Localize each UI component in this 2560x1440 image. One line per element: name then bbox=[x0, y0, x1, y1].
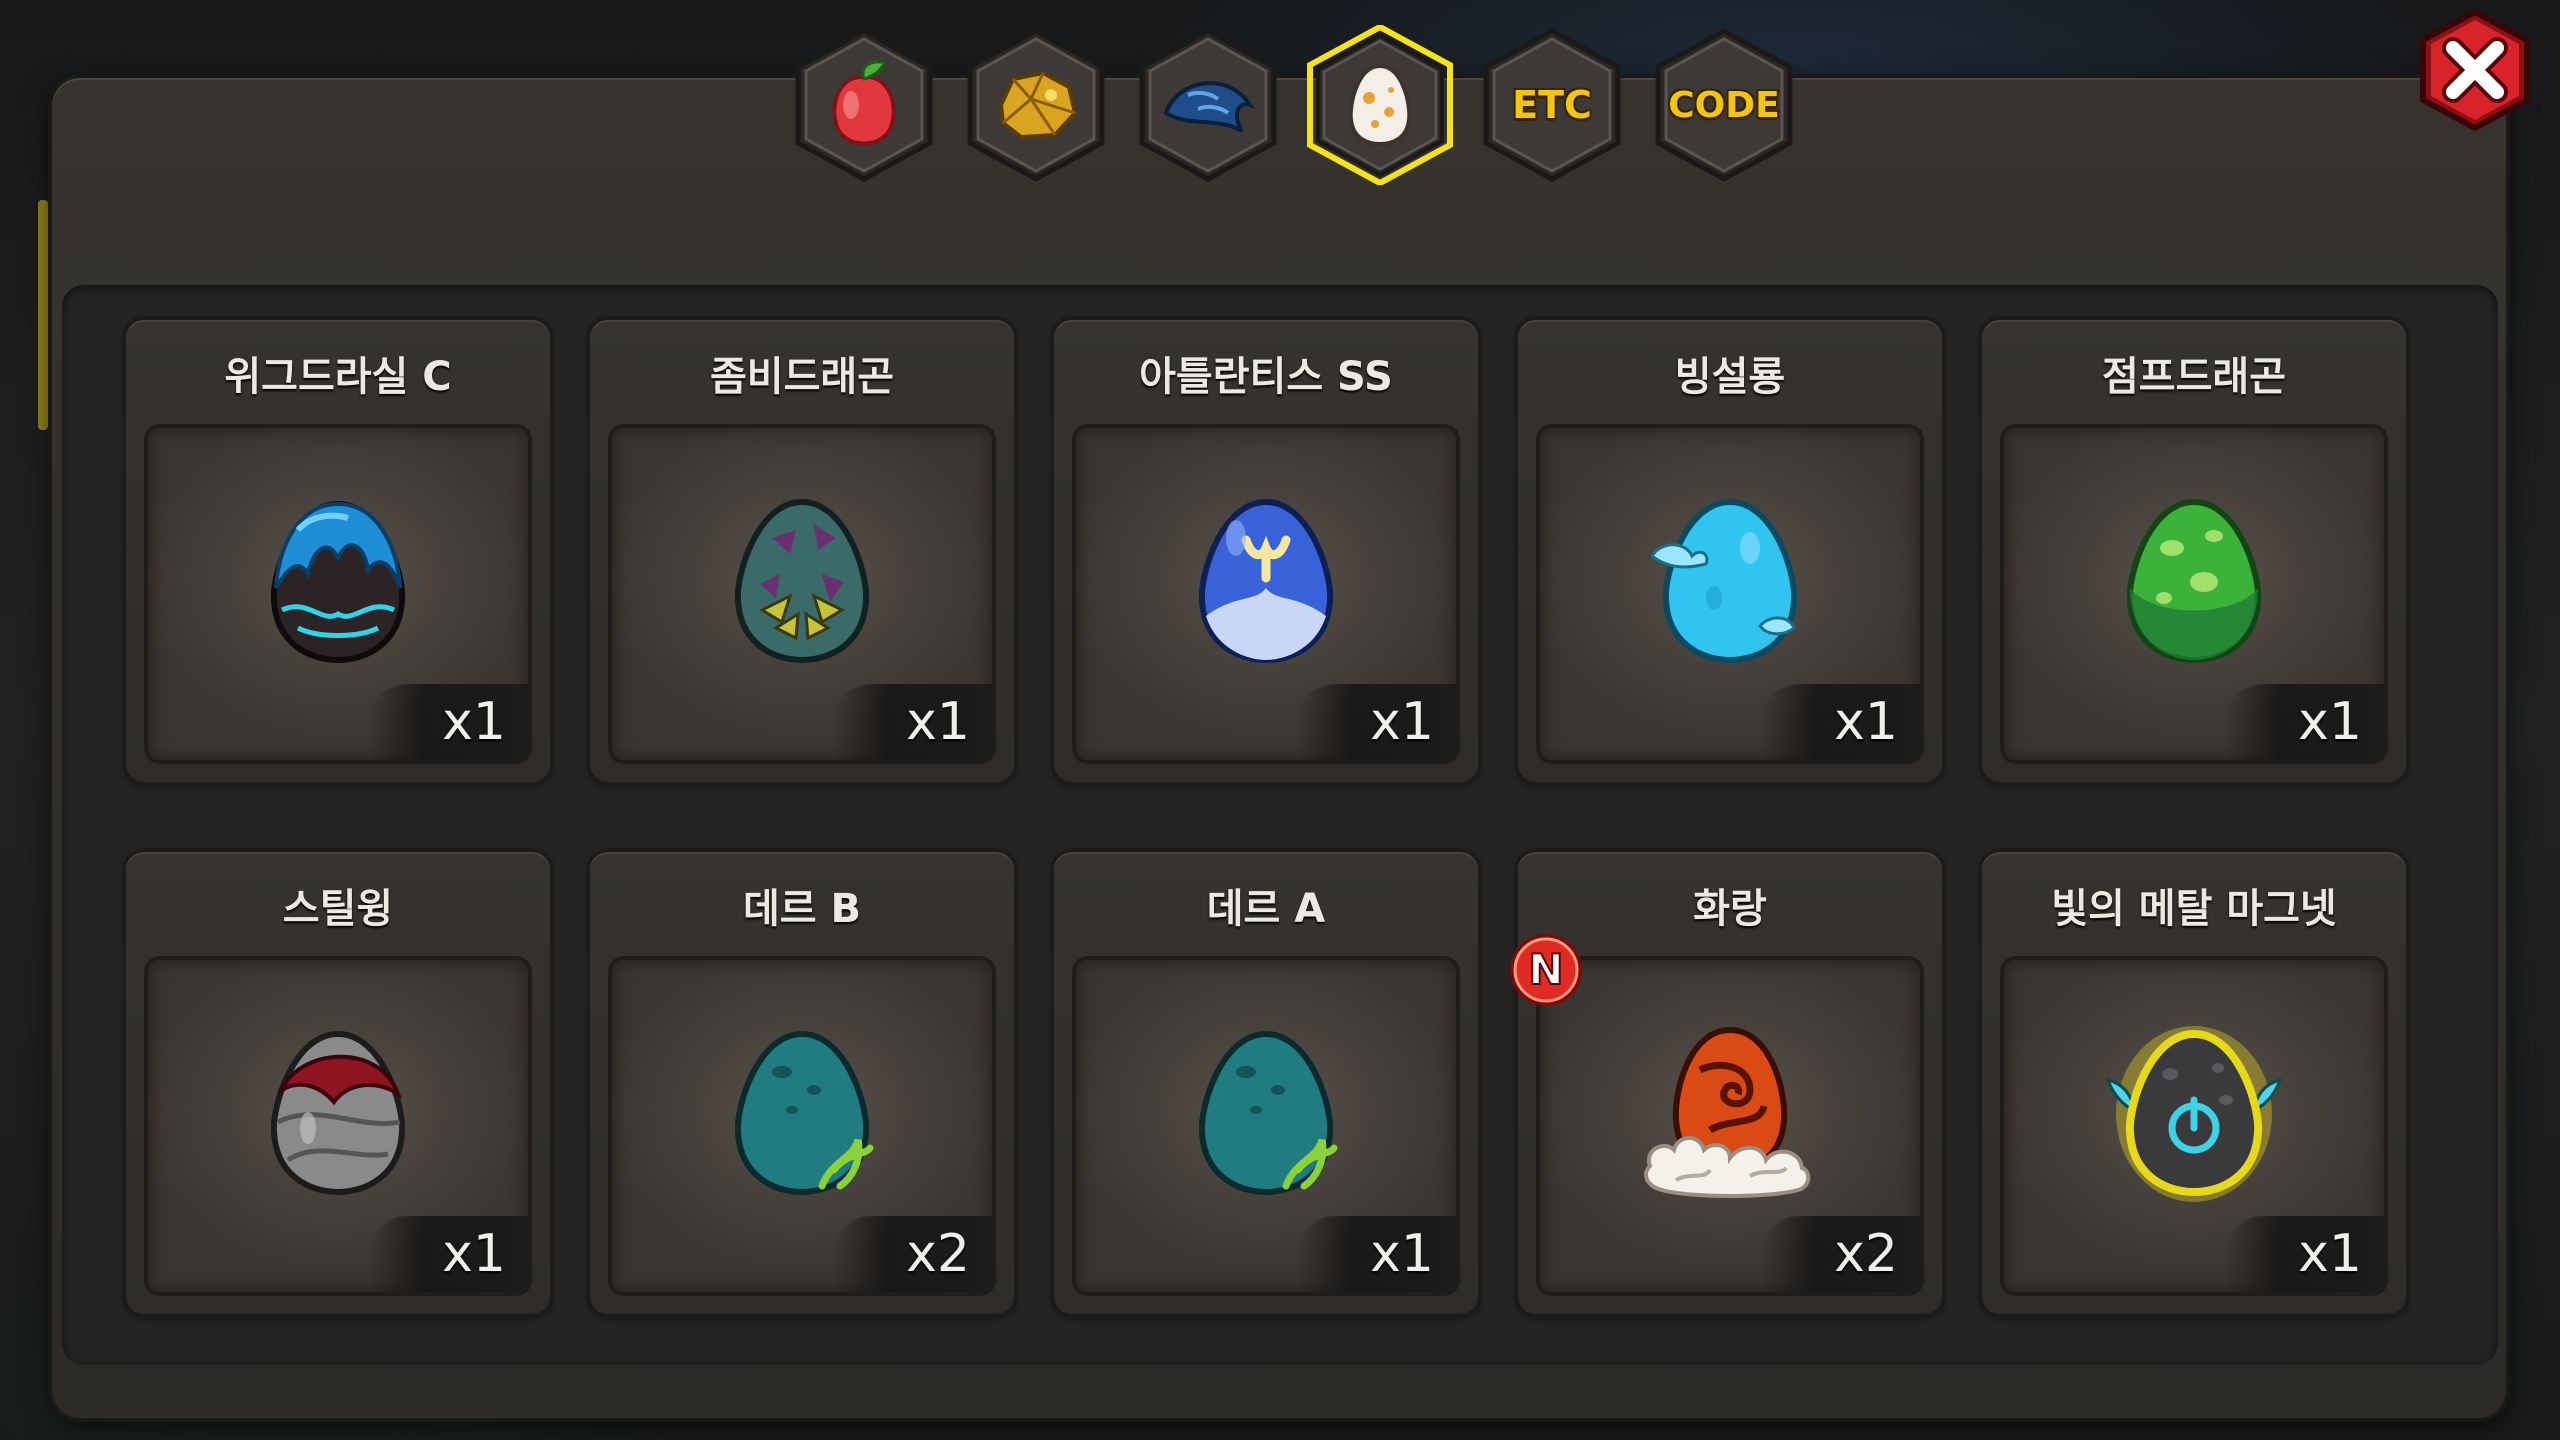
der-b-egg-icon bbox=[734, 1030, 874, 1196]
item-slot: x1 bbox=[1540, 428, 1920, 760]
item-slot: x1 bbox=[148, 960, 528, 1292]
tab-etc-label: ETC bbox=[1512, 83, 1592, 127]
item-card[interactable]: 점프드래곤 x1 bbox=[1982, 320, 2406, 782]
item-name: 데르 A bbox=[1206, 886, 1326, 932]
item-slot: x2 bbox=[1540, 960, 1920, 1292]
yggdrasil-c-egg-icon bbox=[270, 500, 406, 664]
item-quantity: x1 bbox=[2224, 1216, 2384, 1292]
tab-etc[interactable]: ETC bbox=[1478, 25, 1626, 185]
tab-fruit[interactable] bbox=[790, 25, 938, 185]
item-name: 좀비드래곤 bbox=[710, 354, 894, 400]
tab-egg[interactable] bbox=[1306, 25, 1454, 185]
item-name: 화랑 bbox=[1693, 886, 1767, 932]
jump-dragon-egg-icon bbox=[2126, 498, 2262, 664]
item-grid: 위그드라실 C x1 좀비드래곤 x1 아틀란티스 SS x1 빙설룡 x1 점… bbox=[118, 312, 2408, 1314]
item-quantity: x2 bbox=[1760, 1216, 1920, 1292]
dragon-scale-icon bbox=[1134, 25, 1282, 185]
ice-dragon-egg-icon bbox=[1650, 498, 1798, 664]
egg-icon bbox=[1306, 25, 1454, 185]
item-slot: x1 bbox=[148, 428, 528, 760]
category-tabs: ETC CODE bbox=[790, 25, 1820, 185]
gold-ore-icon bbox=[962, 25, 1110, 185]
hwarang-egg-icon bbox=[1644, 1026, 1811, 1198]
item-card[interactable]: 아틀란티스 SS x1 bbox=[1054, 320, 1478, 782]
item-card[interactable]: 빛의 메탈 마그넷 x1 bbox=[1982, 852, 2406, 1314]
item-card[interactable]: 스틸윙 x1 bbox=[126, 852, 550, 1314]
item-quantity: x1 bbox=[832, 684, 992, 760]
item-slot: x2 bbox=[612, 960, 992, 1292]
fruit-icon bbox=[790, 25, 938, 185]
item-card[interactable]: 데르 A x1 bbox=[1054, 852, 1478, 1314]
new-badge: N bbox=[1506, 930, 1586, 1010]
der-a-egg-icon bbox=[1198, 1030, 1338, 1196]
item-quantity: x1 bbox=[1296, 684, 1456, 760]
zombie-dragon-egg-icon bbox=[734, 498, 870, 664]
item-slot: x1 bbox=[1076, 960, 1456, 1292]
item-name: 스틸윙 bbox=[282, 886, 394, 932]
item-quantity: x1 bbox=[1296, 1216, 1456, 1292]
background-accent bbox=[38, 200, 48, 430]
item-name: 빛의 메탈 마그넷 bbox=[2051, 886, 2337, 932]
item-quantity: x1 bbox=[2224, 684, 2384, 760]
item-slot: x1 bbox=[612, 428, 992, 760]
tab-code[interactable]: CODE bbox=[1650, 25, 1798, 185]
close-icon bbox=[2420, 8, 2530, 132]
item-quantity: x1 bbox=[368, 684, 528, 760]
item-name: 점프드래곤 bbox=[2102, 354, 2286, 400]
item-quantity: x2 bbox=[832, 1216, 992, 1292]
item-name: 빙설룡 bbox=[1674, 354, 1786, 400]
steelwing-egg-icon bbox=[270, 1030, 406, 1196]
item-name: 위그드라실 C bbox=[224, 354, 452, 400]
atlantis-ss-egg-icon bbox=[1198, 498, 1334, 664]
item-card[interactable]: 데르 B x2 bbox=[590, 852, 1014, 1314]
item-quantity: x1 bbox=[368, 1216, 528, 1292]
item-name: 아틀란티스 SS bbox=[1139, 354, 1393, 400]
tab-code-label: CODE bbox=[1668, 84, 1780, 126]
item-slot: x1 bbox=[2004, 428, 2384, 760]
tab-scale[interactable] bbox=[1134, 25, 1282, 185]
light-metal-magnet-icon bbox=[2105, 1026, 2283, 1202]
item-name: 데르 B bbox=[742, 886, 861, 932]
tab-ore[interactable] bbox=[962, 25, 1110, 185]
item-card[interactable]: 빙설룡 x1 bbox=[1518, 320, 1942, 782]
close-button[interactable] bbox=[2413, 8, 2537, 132]
item-card[interactable]: 좀비드래곤 x1 bbox=[590, 320, 1014, 782]
item-quantity: x1 bbox=[1760, 684, 1920, 760]
item-card[interactable]: N 화랑 x2 bbox=[1510, 852, 1942, 1314]
item-slot: x1 bbox=[2004, 960, 2384, 1292]
new-badge-label: N bbox=[1528, 945, 1563, 994]
item-slot: x1 bbox=[1076, 428, 1456, 760]
item-card[interactable]: 위그드라실 C x1 bbox=[126, 320, 550, 782]
